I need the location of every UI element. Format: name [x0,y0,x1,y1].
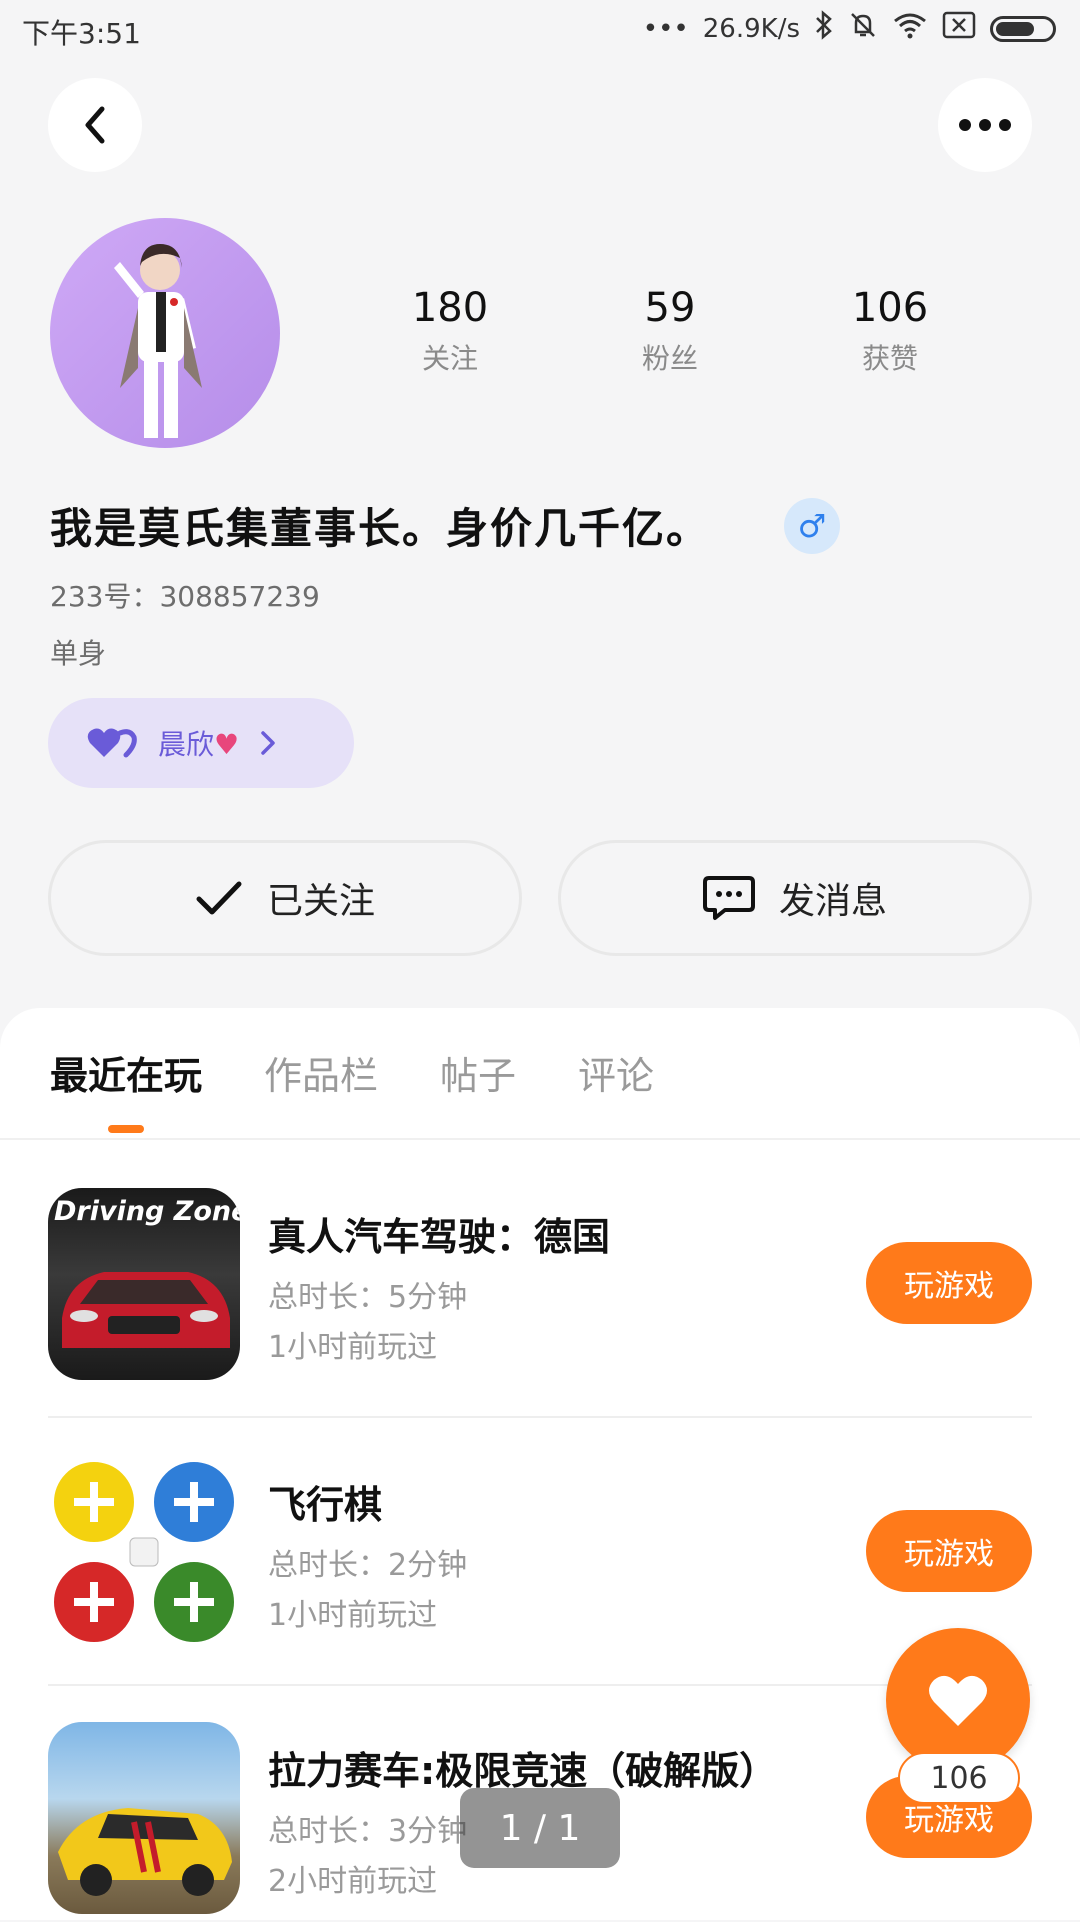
stat-followers[interactable]: 59 粉丝 [580,285,760,377]
bluetooth-icon [814,10,834,47]
status-time: 下午3:51 [22,17,141,50]
wifi-icon [892,11,928,46]
stat-following-label: 关注 [421,342,478,375]
heart-icon [929,1675,987,1726]
game-title: 飞行棋 [268,1483,383,1527]
game-duration: 总时长：3分钟 [268,1814,468,1849]
message-button[interactable]: 发消息 [558,840,1032,956]
avatar[interactable] [50,218,280,448]
game-icon-rally [48,1722,240,1914]
game-duration: 总时长：5分钟 [268,1280,468,1315]
row-divider [48,1416,1032,1418]
chevron-left-icon [85,106,105,144]
page-indicator: 1 / 1 [460,1788,620,1868]
chat-bubble-icon [702,876,755,920]
sim-x-icon [942,11,976,46]
more-dots-icon [959,119,1011,131]
stat-likes-label: 获赞 [861,342,918,375]
stat-following-value: 180 [411,285,489,331]
follow-button[interactable]: 已关注 [48,840,522,956]
dots-icon: ••• [642,13,689,44]
like-button[interactable] [886,1628,1030,1772]
cp-name: 晨欣♥ [158,728,240,761]
tab-works[interactable]: 作品栏 [264,1045,378,1100]
tab-recently-played[interactable]: 最近在玩 [50,1045,202,1133]
stat-likes[interactable]: 106 获赞 [800,285,980,377]
list-item[interactable]: Driving Zone 真人汽车驾驶：德国 总时长：5分钟 1小时前玩过 玩游… [48,1188,1032,1388]
cp-tag[interactable]: 晨欣♥ [48,698,354,788]
game-duration: 总时长：2分钟 [268,1548,468,1583]
check-icon [196,881,242,915]
list-item[interactable]: 飞行棋 总时长：2分钟 1小时前玩过 玩游戏 [48,1456,1032,1656]
battery-icon [990,15,1056,42]
like-count: 106 [898,1752,1020,1804]
stat-followers-value: 59 [644,285,696,331]
profile-tabs: 最近在玩 作品栏 帖子 评论 [50,1045,654,1133]
relationship-status: 单身 [50,637,107,670]
profile-stats: 180 关注 59 粉丝 106 获赞 [360,285,980,377]
stat-following[interactable]: 180 关注 [360,285,540,377]
game-title: 真人汽车驾驶：德国 [268,1215,611,1259]
game-icon-title: Driving Zone [54,1196,240,1227]
linked-hearts-icon [87,728,137,758]
game-icon-driving-zone: Driving Zone [48,1188,240,1380]
row-divider [48,1684,1032,1686]
play-game-button[interactable]: 玩游戏 [866,1242,1032,1324]
tab-comments[interactable]: 评论 [578,1045,654,1100]
back-button[interactable] [48,78,142,172]
stat-followers-label: 粉丝 [641,342,698,375]
stat-likes-value: 106 [851,285,929,331]
username: 我是莫氏集董事长。身价几千亿。 [50,504,711,553]
game-title: 拉力赛车:极限竞速（破解版） [268,1749,778,1793]
tab-posts[interactable]: 帖子 [440,1045,516,1100]
male-icon: ♂ [784,498,840,554]
pink-heart-icon: ♥ [214,728,240,761]
tab-divider [0,1138,1080,1140]
user-id: 233号：308857239 [50,580,320,613]
bell-off-icon [848,10,878,47]
game-icon-ludo [48,1456,240,1648]
more-button[interactable] [938,78,1032,172]
status-icons: ••• 26.9K/s [643,10,1056,47]
game-last-played: 1小时前玩过 [268,1598,438,1633]
game-last-played: 2小时前玩过 [268,1864,438,1899]
game-last-played: 1小时前玩过 [268,1330,438,1365]
follow-label: 已关注 [266,881,375,922]
chevron-right-icon [261,731,275,755]
network-speed: 26.9K/s [702,13,800,44]
play-game-button[interactable]: 玩游戏 [866,1510,1032,1592]
tab-active-indicator [108,1125,144,1133]
message-label: 发消息 [778,881,887,922]
